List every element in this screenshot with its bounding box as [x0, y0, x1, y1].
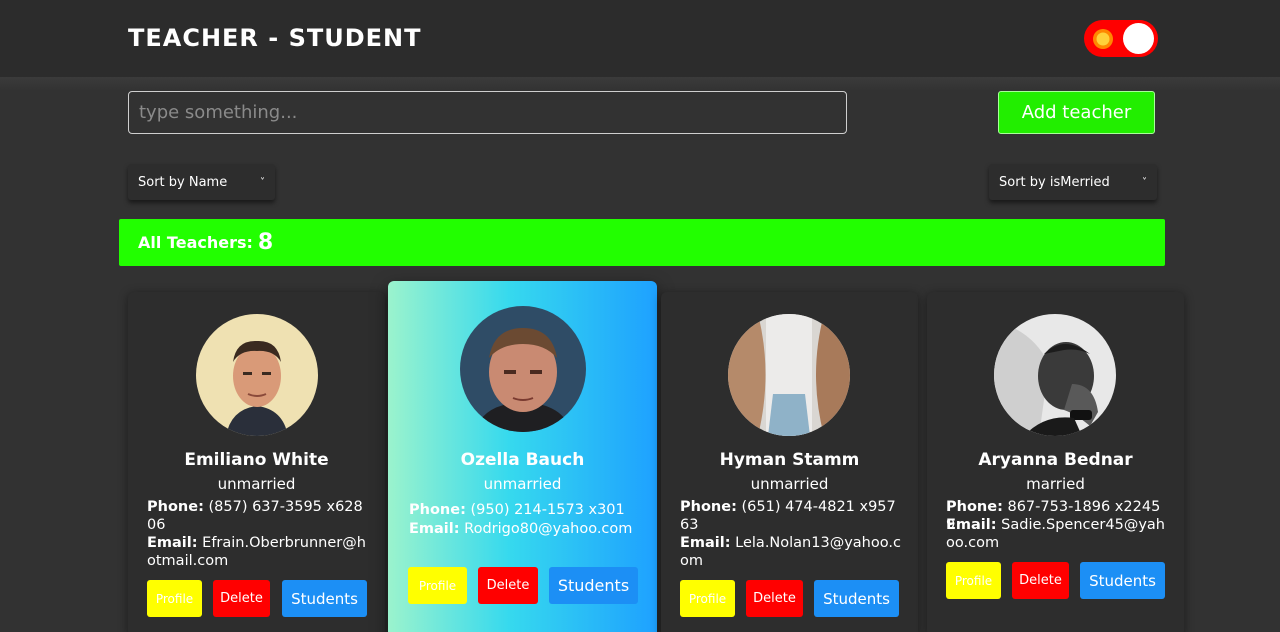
email-value: Rodrigo80@yahoo.com [464, 521, 633, 537]
sort-by-name-label: Sort by Name [138, 174, 228, 190]
chevron-down-icon: ˅ [260, 176, 265, 188]
count-value: 8 [257, 230, 274, 255]
app-title: TEACHER - STUDENT [128, 24, 422, 52]
theme-toggle[interactable] [1084, 20, 1158, 57]
students-button[interactable]: Students [549, 567, 638, 604]
phone-line: Phone: (857) 637-3595 x62806 [147, 498, 369, 534]
sort-by-married-select[interactable]: Sort by isMerried ˅ [989, 164, 1157, 200]
students-button[interactable]: Students [282, 580, 367, 617]
teacher-name: Emiliano White [184, 450, 329, 470]
email-line: Email: Efrain.Oberbrunner@hotmail.com [147, 534, 369, 570]
phone-label: Phone: [946, 499, 1003, 515]
marital-status: unmarried [483, 475, 562, 493]
profile-button[interactable]: Profile [147, 580, 202, 617]
avatar [196, 314, 318, 436]
marital-status: unmarried [217, 475, 296, 493]
profile-button[interactable]: Profile [680, 580, 735, 617]
toggle-knob [1123, 23, 1154, 54]
delete-button[interactable]: Delete [478, 567, 538, 604]
phone-label: Phone: [147, 499, 204, 515]
email-line: Email: Sadie.Spencer45@yahoo.com [946, 516, 1168, 552]
add-teacher-button[interactable]: Add teacher [998, 91, 1155, 134]
email-line: Email: Lela.Nolan13@yahoo.com [680, 534, 902, 570]
header-shadow [0, 77, 1280, 91]
delete-button[interactable]: Delete [1012, 562, 1069, 599]
avatar [728, 314, 850, 436]
search-input[interactable] [128, 91, 847, 134]
teacher-name: Hyman Stamm [719, 450, 860, 470]
teacher-name: Ozella Bauch [460, 450, 585, 470]
teacher-card: Hyman Stamm unmarried Phone: (651) 474-4… [661, 292, 918, 632]
delete-button[interactable]: Delete [746, 580, 803, 617]
count-label: All Teachers: [138, 233, 253, 252]
chevron-down-icon: ˅ [1142, 176, 1147, 188]
avatar [994, 314, 1116, 436]
email-label: Email: [946, 517, 997, 533]
avatar [460, 306, 586, 432]
teacher-card: Aryanna Bednar married Phone: 867-753-18… [927, 292, 1184, 632]
email-line: Email: Rodrigo80@yahoo.com [409, 520, 639, 538]
marital-status: married [1026, 475, 1085, 493]
teacher-count-bar: All Teachers: 8 [119, 219, 1165, 266]
phone-line: Phone: (651) 474-4821 x95763 [680, 498, 902, 534]
phone-value: (950) 214-1573 x301 [470, 502, 625, 518]
sort-by-name-select[interactable]: Sort by Name ˅ [128, 164, 275, 200]
students-button[interactable]: Students [814, 580, 899, 617]
marital-status: unmarried [750, 475, 829, 493]
teacher-card-highlighted: Ozella Bauch unmarried Phone: (950) 214-… [388, 281, 657, 632]
phone-line: Phone: (950) 214-1573 x301 [409, 501, 639, 519]
teacher-name: Aryanna Bednar [978, 450, 1133, 470]
sort-by-married-label: Sort by isMerried [999, 174, 1110, 190]
delete-button[interactable]: Delete [213, 580, 270, 617]
phone-label: Phone: [680, 499, 737, 515]
phone-label: Phone: [409, 502, 466, 518]
profile-button[interactable]: Profile [946, 562, 1001, 599]
profile-button[interactable]: Profile [408, 567, 467, 604]
email-label: Email: [680, 535, 731, 551]
sun-icon [1093, 29, 1113, 49]
teacher-card: Emiliano White unmarried Phone: (857) 63… [128, 292, 385, 632]
email-label: Email: [409, 521, 460, 537]
students-button[interactable]: Students [1080, 562, 1165, 599]
email-label: Email: [147, 535, 198, 551]
top-header: TEACHER - STUDENT [0, 0, 1280, 77]
